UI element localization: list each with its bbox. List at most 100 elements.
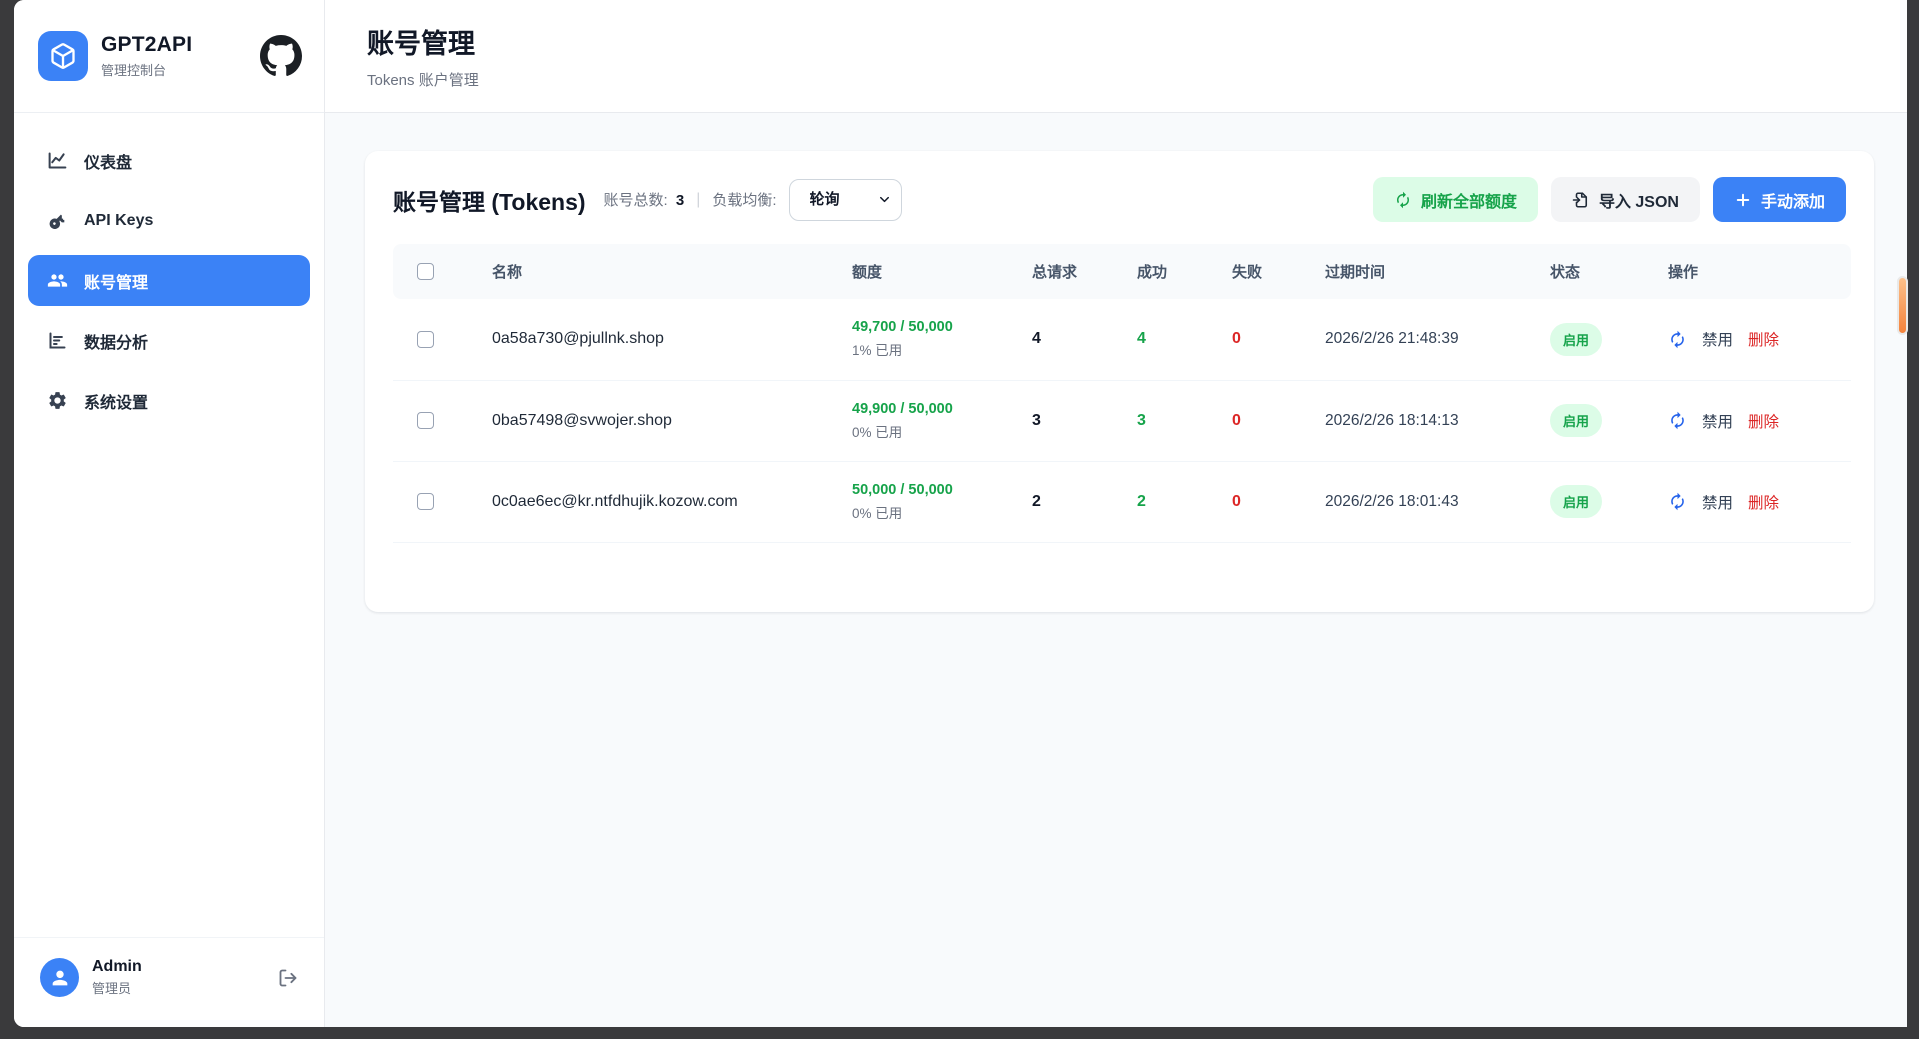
col-requests: 总请求 <box>1018 244 1123 299</box>
refresh-all-button[interactable]: 刷新全部额度 <box>1373 177 1538 222</box>
page-header: 账号管理 Tokens 账户管理 <box>325 0 1907 113</box>
sidebar-item-label: API Keys <box>84 212 153 230</box>
content: 账号管理 (Tokens) 账号总数: 3 | 负载均衡: 轮询 <box>325 113 1907 1027</box>
key-icon <box>47 210 68 231</box>
status-badge: 启用 <box>1550 404 1602 437</box>
table-row: 0c0ae6ec@kr.ntfdhujik.kozow.com 50,000 /… <box>393 461 1851 542</box>
sidebar-item-analytics[interactable]: 数据分析 <box>28 315 310 366</box>
col-failed: 失败 <box>1218 244 1311 299</box>
brand-name: GPT2API <box>101 33 260 57</box>
row-refresh-icon[interactable] <box>1668 411 1687 430</box>
row-refresh-icon[interactable] <box>1668 330 1687 349</box>
chart-line-icon <box>47 150 68 171</box>
row-checkbox[interactable] <box>417 412 434 429</box>
table-row: 0ba57498@svwojer.shop 49,900 / 50,000 0%… <box>393 380 1851 461</box>
row-checkbox[interactable] <box>417 493 434 510</box>
failed-value: 0 <box>1218 299 1311 380</box>
page-subtitle: Tokens 账户管理 <box>367 69 1865 90</box>
manual-add-button[interactable]: 手动添加 <box>1713 177 1846 222</box>
quota-used: 0% 已用 <box>852 502 1006 522</box>
select-all-checkbox[interactable] <box>417 263 434 280</box>
success-value: 3 <box>1123 380 1218 461</box>
col-expires: 过期时间 <box>1311 244 1536 299</box>
delete-action[interactable]: 删除 <box>1748 491 1779 513</box>
sidebar-item-label: 系统设置 <box>84 389 148 413</box>
user-role: 管理员 <box>92 978 142 997</box>
user-name: Admin <box>92 958 142 976</box>
expires-value: 2026/2/26 18:14:13 <box>1311 380 1536 461</box>
quota-value: 49,900 / 50,000 <box>852 401 1006 417</box>
app-logo <box>38 31 88 81</box>
users-icon <box>47 270 68 291</box>
sidebar-item-settings[interactable]: 系统设置 <box>28 375 310 426</box>
quota-used: 1% 已用 <box>852 339 1006 359</box>
load-balance-select[interactable]: 轮询 <box>790 180 901 220</box>
quota-value: 49,700 / 50,000 <box>852 319 1006 335</box>
failed-value: 0 <box>1218 461 1311 542</box>
row-refresh-icon[interactable] <box>1668 492 1687 511</box>
page-title: 账号管理 <box>367 22 1865 61</box>
delete-action[interactable]: 删除 <box>1748 328 1779 350</box>
requests-value: 2 <box>1018 461 1123 542</box>
load-balance-select-wrap: 轮询 <box>789 179 902 221</box>
success-value: 2 <box>1123 461 1218 542</box>
sidebar-item-label: 仪表盘 <box>84 149 132 173</box>
sidebar-nav: 仪表盘 API Keys 账号管理 数据分析 <box>14 113 324 435</box>
refresh-icon <box>1394 191 1412 209</box>
col-ops: 操作 <box>1654 244 1851 299</box>
load-balance-label: 负载均衡: <box>712 189 776 210</box>
requests-value: 4 <box>1018 299 1123 380</box>
account-name: 0a58a730@pjullnk.shop <box>478 299 838 380</box>
sidebar-item-label: 数据分析 <box>84 329 148 353</box>
accounts-table: 名称 额度 总请求 成功 失败 过期时间 状态 操作 <box>393 244 1851 543</box>
accounts-table-wrap: 名称 额度 总请求 成功 失败 过期时间 状态 操作 <box>365 244 1874 543</box>
col-quota: 额度 <box>838 244 1018 299</box>
import-json-button[interactable]: 导入 JSON <box>1551 177 1700 222</box>
account-name: 0c0ae6ec@kr.ntfdhujik.kozow.com <box>478 461 838 542</box>
disable-action[interactable]: 禁用 <box>1702 491 1733 513</box>
sidebar: GPT2API 管理控制台 仪表盘 API Keys <box>14 0 325 1027</box>
col-success: 成功 <box>1123 244 1218 299</box>
accounts-card: 账号管理 (Tokens) 账号总数: 3 | 负载均衡: 轮询 <box>365 151 1874 612</box>
sidebar-footer: Admin 管理员 <box>14 937 324 1027</box>
plus-icon <box>1734 191 1752 209</box>
table-header-row: 名称 额度 总请求 成功 失败 过期时间 状态 操作 <box>393 244 1851 299</box>
row-checkbox[interactable] <box>417 331 434 348</box>
status-badge: 启用 <box>1550 323 1602 356</box>
divider: | <box>696 191 700 209</box>
status-badge: 启用 <box>1550 485 1602 518</box>
chart-bar-icon <box>47 330 68 351</box>
delete-action[interactable]: 删除 <box>1748 410 1779 432</box>
sidebar-item-accounts[interactable]: 账号管理 <box>28 255 310 306</box>
main-area: 账号管理 Tokens 账户管理 账号管理 (Tokens) 账号总数: 3 |… <box>325 0 1907 1027</box>
logout-icon[interactable] <box>278 968 298 988</box>
avatar <box>40 958 79 997</box>
app-window: GPT2API 管理控制台 仪表盘 API Keys <box>14 0 1907 1027</box>
success-value: 4 <box>1123 299 1218 380</box>
brand-subtitle: 管理控制台 <box>101 60 260 79</box>
expires-value: 2026/2/26 18:01:43 <box>1311 461 1536 542</box>
card-header: 账号管理 (Tokens) 账号总数: 3 | 负载均衡: 轮询 <box>365 151 1874 244</box>
table-row: 0a58a730@pjullnk.shop 49,700 / 50,000 1%… <box>393 299 1851 380</box>
quota-used: 0% 已用 <box>852 421 1006 441</box>
sidebar-item-api-keys[interactable]: API Keys <box>28 195 310 246</box>
scrollbar-thumb[interactable] <box>1897 276 1908 335</box>
expires-value: 2026/2/26 21:48:39 <box>1311 299 1536 380</box>
quota-value: 50,000 / 50,000 <box>852 482 1006 498</box>
col-name: 名称 <box>478 244 838 299</box>
col-status: 状态 <box>1536 244 1654 299</box>
sidebar-header: GPT2API 管理控制台 <box>14 0 324 113</box>
sidebar-item-dashboard[interactable]: 仪表盘 <box>28 135 310 186</box>
failed-value: 0 <box>1218 380 1311 461</box>
disable-action[interactable]: 禁用 <box>1702 410 1733 432</box>
sidebar-item-label: 账号管理 <box>84 269 148 293</box>
cube-icon <box>49 42 77 70</box>
gear-icon <box>47 390 68 411</box>
disable-action[interactable]: 禁用 <box>1702 328 1733 350</box>
card-title: 账号管理 (Tokens) <box>393 183 586 217</box>
account-name: 0ba57498@svwojer.shop <box>478 380 838 461</box>
requests-value: 3 <box>1018 380 1123 461</box>
github-icon[interactable] <box>260 35 302 77</box>
account-total: 账号总数: 3 <box>604 189 685 210</box>
file-import-icon <box>1572 191 1590 209</box>
